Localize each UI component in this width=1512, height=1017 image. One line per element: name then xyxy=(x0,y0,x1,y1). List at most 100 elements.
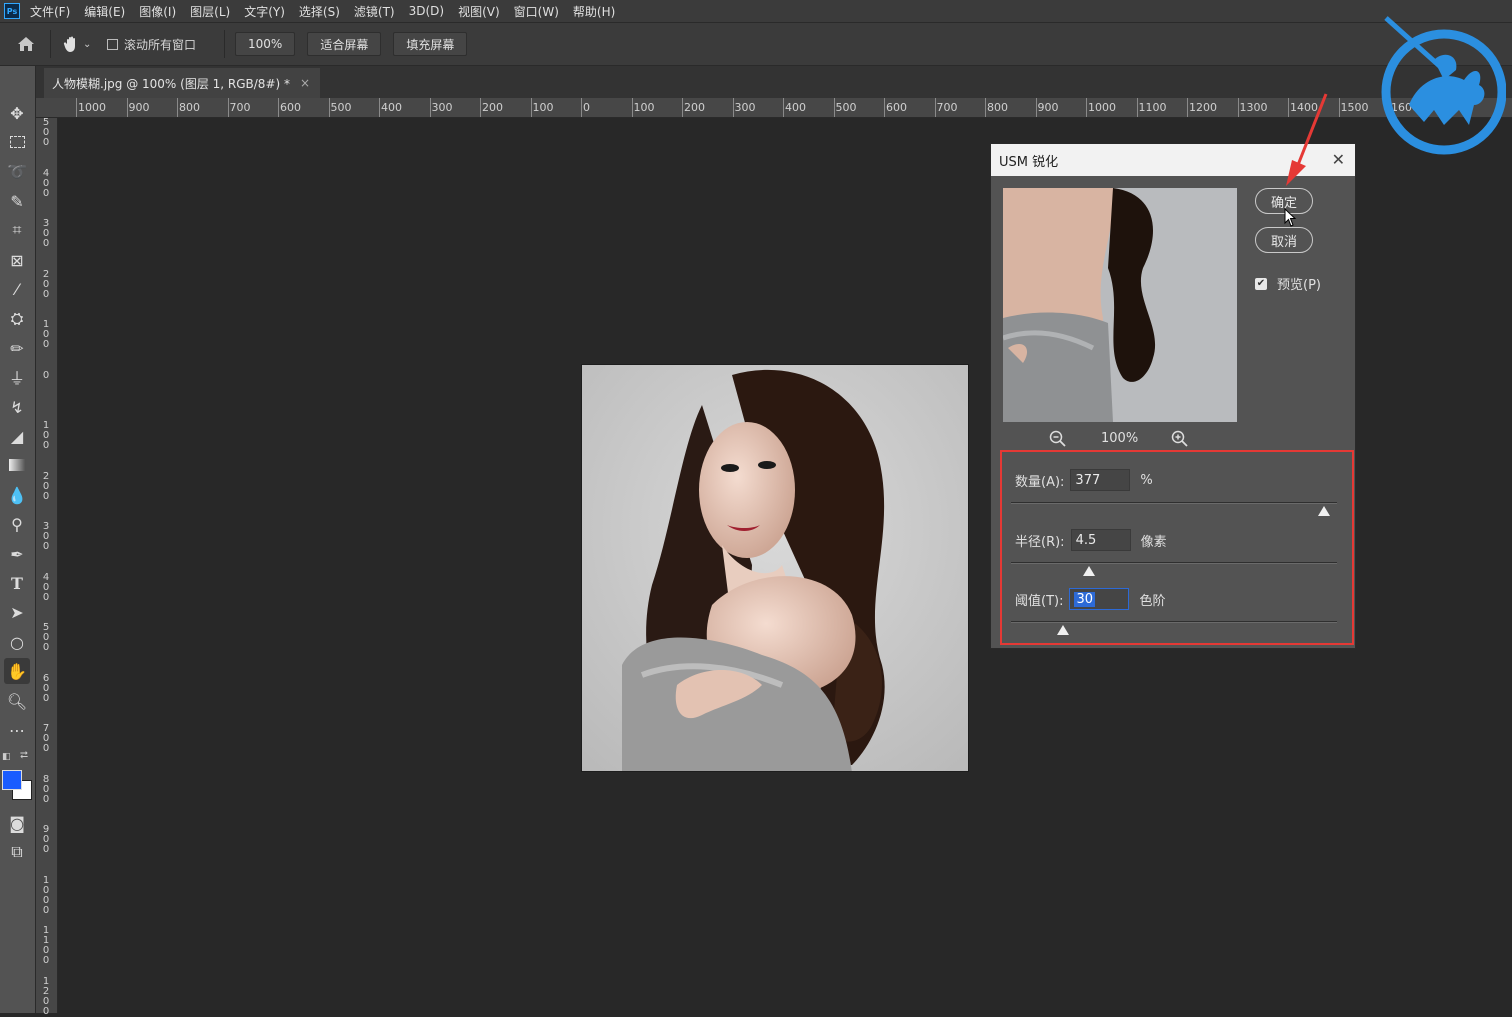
ruler-label: 200 xyxy=(482,101,503,114)
home-icon[interactable] xyxy=(12,30,40,58)
scroll-all-label: 滚动所有窗口 xyxy=(124,37,197,52)
document-image[interactable] xyxy=(581,364,969,772)
lasso-tool-icon[interactable]: ➰ xyxy=(4,158,30,184)
menu-filter[interactable]: 滤镜(T) xyxy=(354,3,395,20)
ruler-tick xyxy=(682,98,683,117)
mouse-cursor-icon xyxy=(1284,208,1297,227)
menu-view[interactable]: 视图(V) xyxy=(458,3,500,20)
ruler-label: 1100 xyxy=(1138,101,1167,114)
ruler-label: 500 xyxy=(42,117,50,148)
ruler-label: 0 xyxy=(42,369,50,381)
ruler-label: 700 xyxy=(936,101,958,114)
cancel-button[interactable]: 取消 xyxy=(1255,227,1313,253)
document-tab[interactable]: 人物模糊.jpg @ 100% (图层 1, RGB/8#) * × xyxy=(44,68,320,98)
more-tools-icon[interactable]: ⋯ xyxy=(4,717,30,743)
zoom-in-icon[interactable] xyxy=(1171,430,1189,452)
screen-mode-icon[interactable]: ⧉ xyxy=(4,839,30,865)
watermark-logo xyxy=(1374,10,1507,160)
vertical-ruler: 5004003002001000100200300400500600700800… xyxy=(36,117,58,1016)
foreground-color-swatch[interactable] xyxy=(2,770,22,790)
ruler-label: 800 xyxy=(42,773,50,805)
ruler-label: 700 xyxy=(229,101,251,114)
ruler-tick xyxy=(278,98,279,117)
menu-help[interactable]: 帮助(H) xyxy=(573,3,615,20)
checkmark-icon: ✔ xyxy=(1255,277,1267,290)
menu-layer[interactable]: 图层(L) xyxy=(190,3,230,20)
quick-selection-tool-icon[interactable]: ✎ xyxy=(4,188,30,214)
ruler-label: 700 xyxy=(42,723,50,754)
document-tab-title: 人物模糊.jpg @ 100% (图层 1, RGB/8#) * xyxy=(52,76,290,91)
ruler-tick xyxy=(631,98,633,117)
marquee-tool-icon[interactable] xyxy=(4,129,30,155)
move-tool-icon[interactable]: ✥ xyxy=(4,100,30,126)
menu-image[interactable]: 图像(I) xyxy=(139,3,176,20)
frame-tool-icon[interactable]: ⊠ xyxy=(4,247,30,273)
zoom-out-icon[interactable] xyxy=(1049,430,1067,452)
chevron-down-icon[interactable]: ⌄ xyxy=(83,39,97,50)
healing-brush-tool-icon[interactable]: ⛭ xyxy=(4,306,30,332)
ruler-label: 500 xyxy=(42,622,50,653)
swap-colors-icon[interactable]: ⮂ xyxy=(20,750,28,761)
scroll-all-windows-checkbox[interactable]: 滚动所有窗口 xyxy=(107,36,196,53)
eraser-tool-icon[interactable]: ◢ xyxy=(4,423,30,449)
preview-label: 预览(P) xyxy=(1277,278,1321,293)
type-tool-icon[interactable]: T xyxy=(4,570,30,596)
zoom-level-field[interactable]: 100% xyxy=(235,32,296,56)
ruler-tick xyxy=(328,98,330,117)
ruler-label: 300 xyxy=(734,101,756,114)
hand-tool-icon[interactable]: ✋ xyxy=(4,658,30,684)
ruler-tick xyxy=(126,98,128,117)
menu-window[interactable]: 窗口(W) xyxy=(514,3,559,20)
separator xyxy=(224,30,226,58)
ruler-tick xyxy=(783,98,784,117)
menu-type[interactable]: 文字(Y) xyxy=(244,3,285,20)
hand-tool-icon[interactable] xyxy=(61,32,83,56)
fill-screen-button[interactable]: 填充屏幕 xyxy=(393,32,468,56)
filter-preview[interactable] xyxy=(1003,188,1237,422)
menu-3d[interactable]: 3D(D) xyxy=(409,4,444,18)
ruler-label: 200 xyxy=(684,101,705,114)
quick-mask-icon[interactable]: ◙ xyxy=(4,810,30,836)
blur-tool-icon[interactable]: 💧 xyxy=(4,482,30,508)
menu-file[interactable]: 文件(F) xyxy=(30,3,70,20)
preview-checkbox[interactable]: ✔ 预览(P) xyxy=(1255,274,1321,293)
ruler-label: 100 xyxy=(532,101,554,114)
ruler-tick xyxy=(1035,98,1037,117)
history-brush-tool-icon[interactable]: ↯ xyxy=(4,394,30,420)
ruler-tick xyxy=(379,98,380,117)
dialog-title: USM 锐化 xyxy=(999,154,1059,170)
crop-tool-icon[interactable]: ⌗ xyxy=(4,217,30,243)
eyedropper-tool-icon[interactable]: ⁄ xyxy=(4,276,30,302)
default-colors-icon[interactable]: ◧ xyxy=(2,752,11,762)
ruler-label: 900 xyxy=(128,101,150,114)
ruler-tick xyxy=(732,98,734,117)
ruler-label: 1000 xyxy=(42,874,50,916)
checkbox-icon xyxy=(107,38,118,50)
zoom-tool-icon[interactable]: 🔍︎ xyxy=(4,688,30,714)
menu-select[interactable]: 选择(S) xyxy=(299,3,340,20)
ruler-label: 300 xyxy=(431,101,453,114)
ruler-tick xyxy=(530,98,532,117)
ruler-label: 600 xyxy=(42,672,50,704)
menu-edit[interactable]: 编辑(E) xyxy=(84,3,125,20)
ruler-label: 200 xyxy=(42,268,50,300)
separator xyxy=(50,30,51,58)
menu-bar: Ps 文件(F) 编辑(E) 图像(I) 图层(L) 文字(Y) 选择(S) 滤… xyxy=(0,0,1512,22)
annotation-highlight-box xyxy=(1000,450,1354,645)
brush-tool-icon[interactable]: ✏ xyxy=(4,335,30,361)
clone-stamp-tool-icon[interactable]: ⏚ xyxy=(4,364,30,390)
ruler-label: 1100 xyxy=(42,925,50,966)
ruler-label: 1200 xyxy=(42,975,50,1017)
ruler-label: 400 xyxy=(381,101,402,114)
ruler-tick xyxy=(227,98,229,117)
ruler-tick xyxy=(76,98,77,117)
pen-tool-icon[interactable]: ✒ xyxy=(4,541,30,567)
dodge-tool-icon[interactable]: ⚲ xyxy=(4,511,30,537)
fit-screen-button[interactable]: 适合屏幕 xyxy=(307,32,382,56)
path-selection-tool-icon[interactable]: ➤ xyxy=(4,599,30,625)
tools-panel: ✥ ➰ ✎ ⌗ ⊠ ⁄ ⛭ ✏ ⏚ ↯ ◢ 💧 ⚲ ✒ T ➤ ○ ✋ 🔍︎ ⋯… xyxy=(0,66,36,1013)
ellipse-tool-icon[interactable]: ○ xyxy=(4,629,30,655)
gradient-tool-icon[interactable] xyxy=(4,452,30,478)
ruler-label: 100 xyxy=(633,101,655,114)
close-tab-icon[interactable]: × xyxy=(300,76,310,90)
